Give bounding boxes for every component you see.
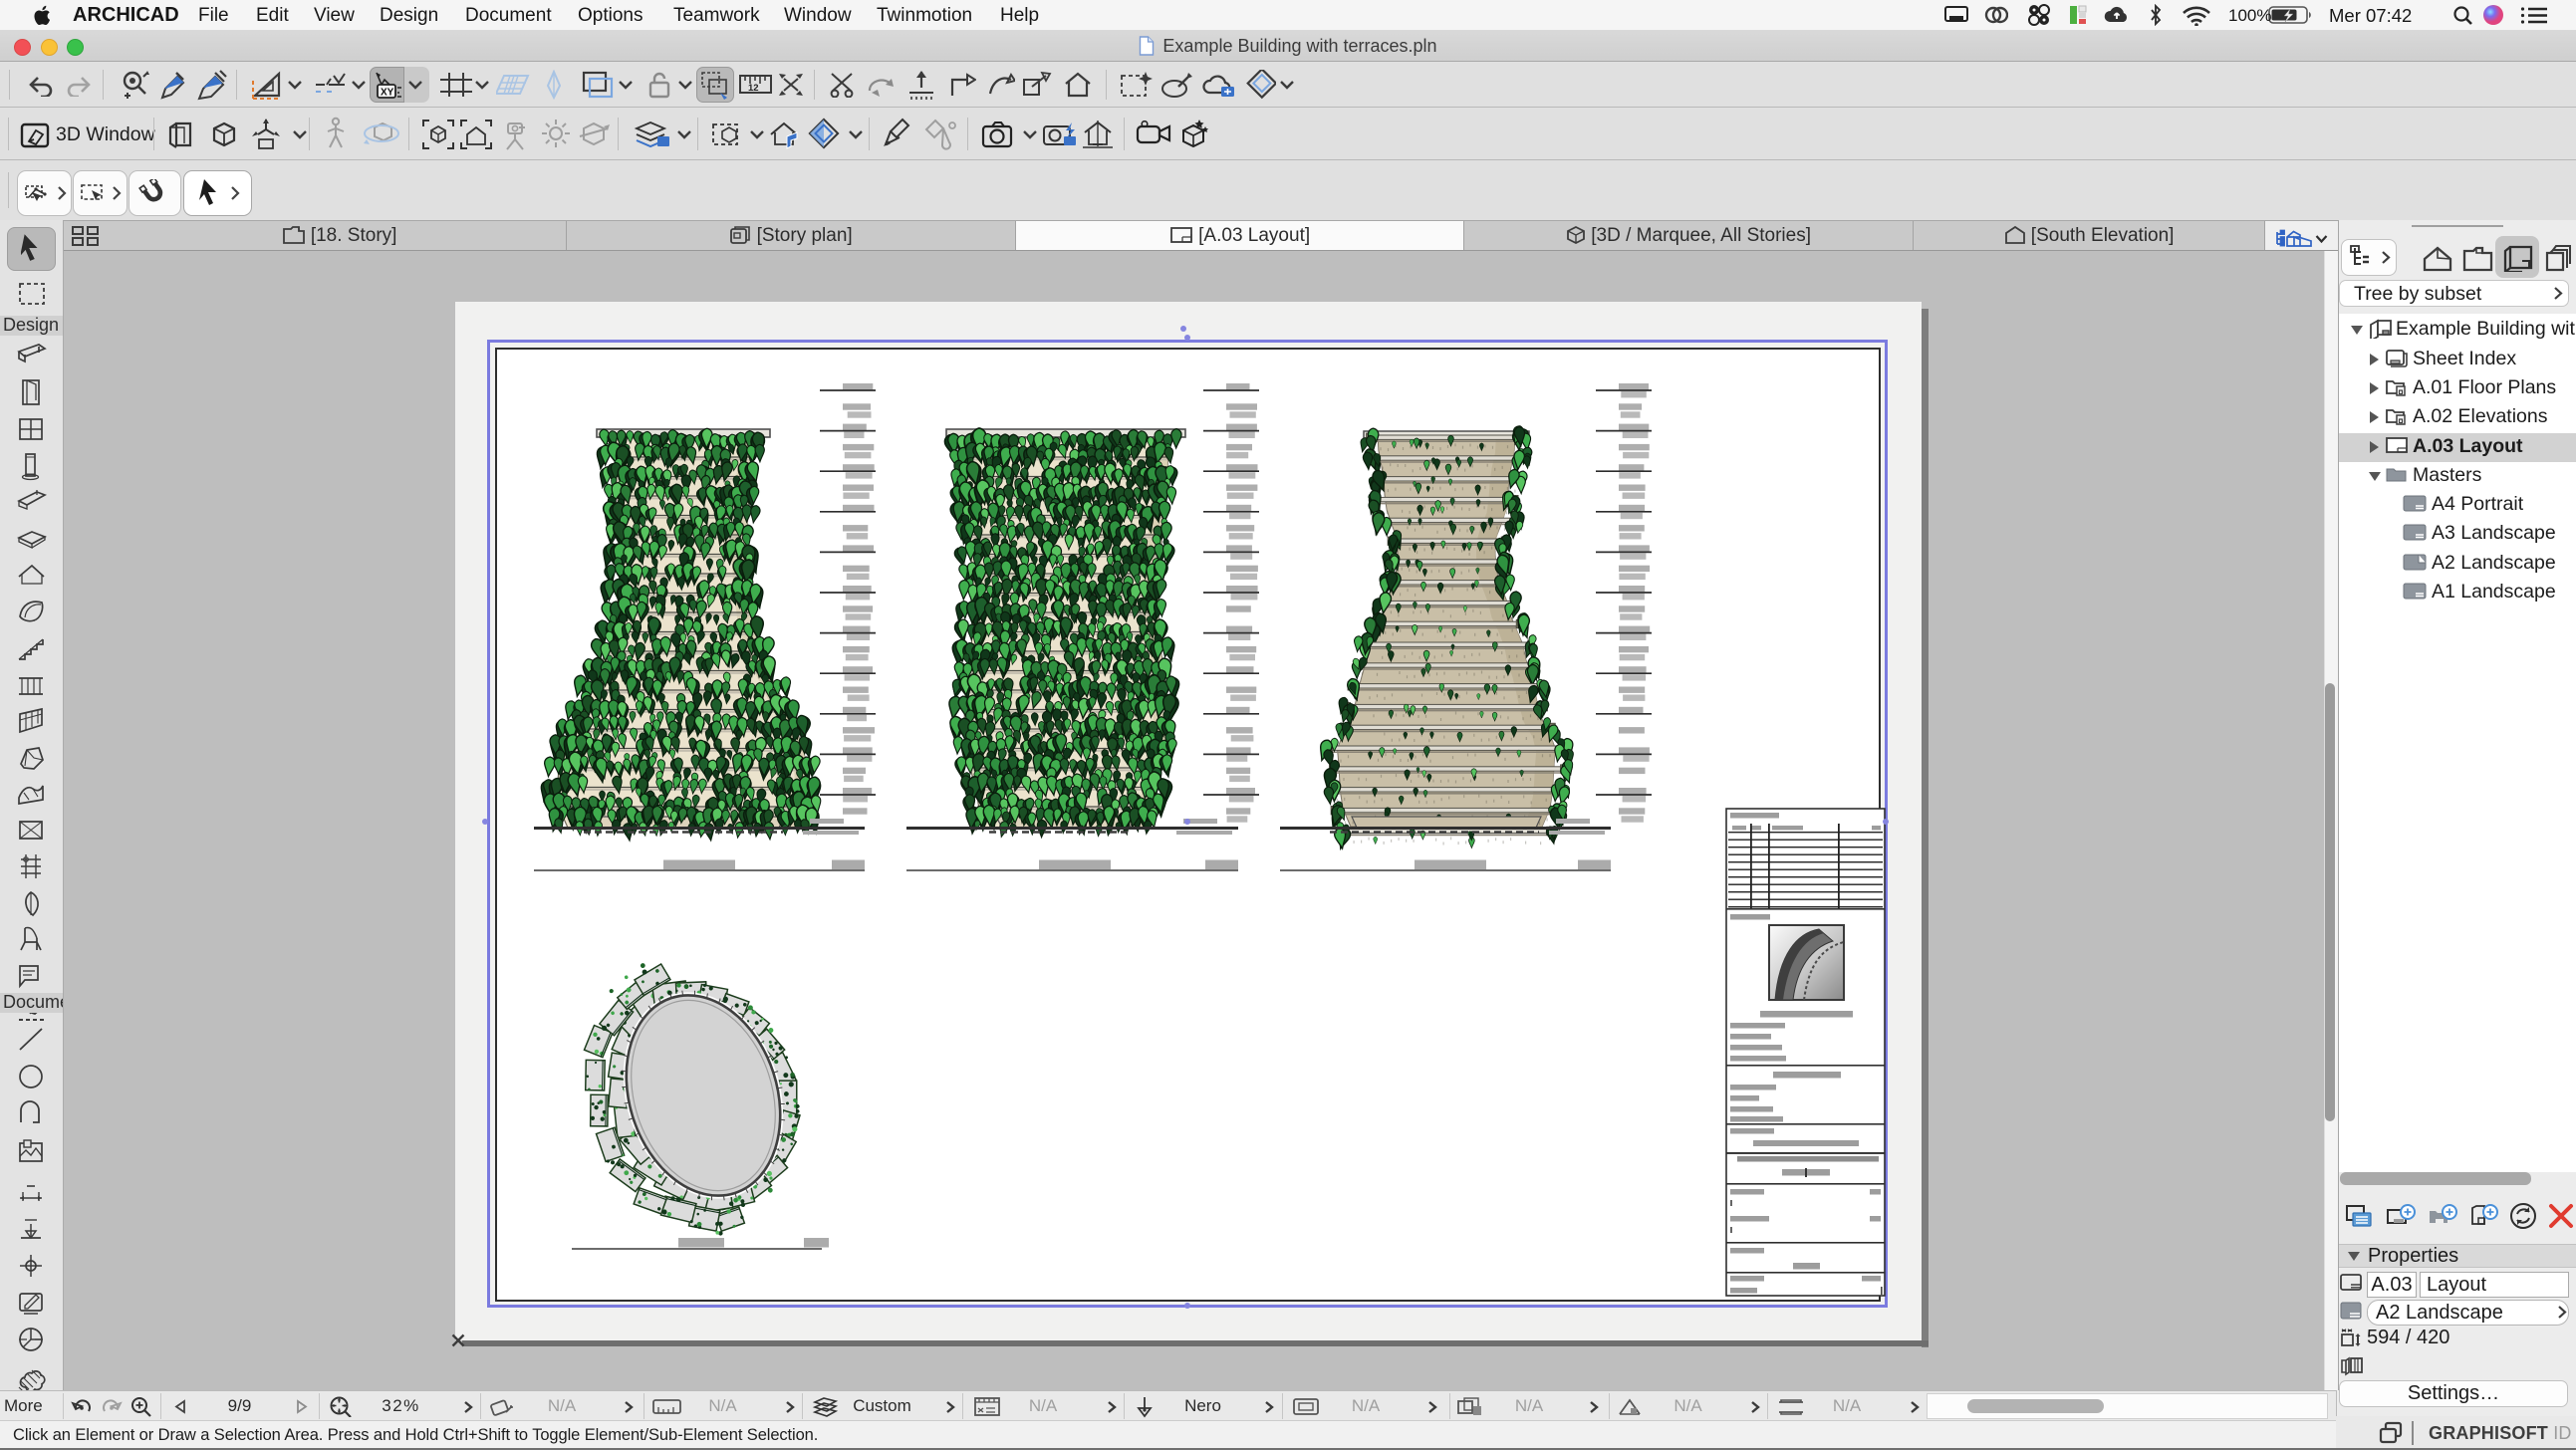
svg-text:12: 12 [748,83,759,94]
svg-text:XY: XY [381,88,394,99]
